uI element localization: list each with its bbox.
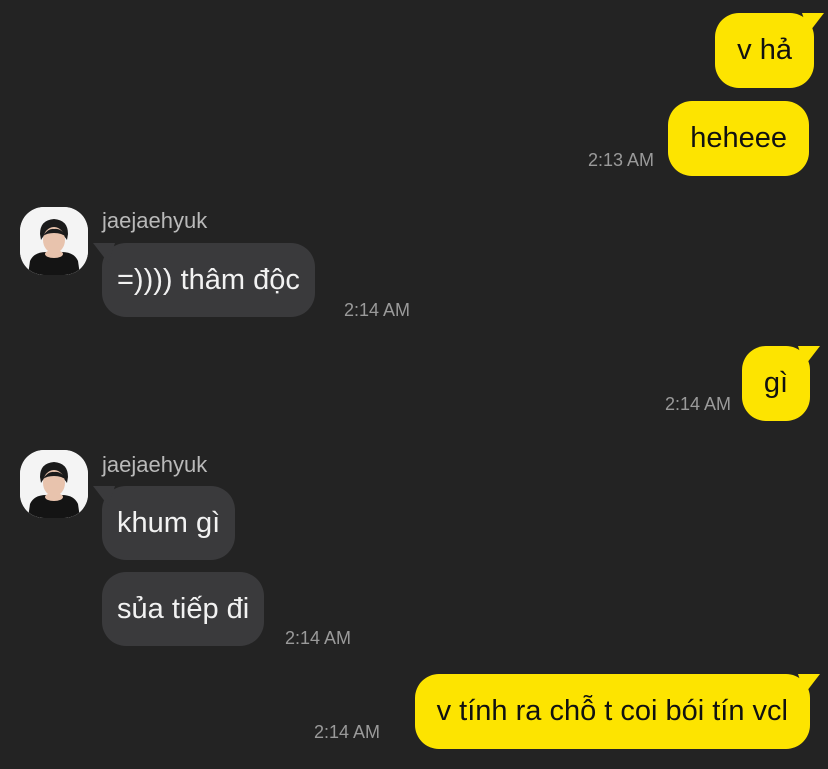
outgoing-message-bubble[interactable]: v hả <box>715 13 814 88</box>
sender-name: jaejaehyuk <box>102 452 208 477</box>
message-text: sủa tiếp đi <box>117 593 250 625</box>
user-avatar-icon[interactable] <box>20 450 88 518</box>
sender-name: jaejaehyuk <box>102 208 208 233</box>
outgoing-message-bubble[interactable]: heheee <box>668 101 809 176</box>
user-avatar-icon[interactable] <box>20 207 88 275</box>
message-text: v tính ra chỗ t coi bói tín vcl <box>436 695 788 727</box>
message-text: heheee <box>690 122 787 154</box>
outgoing-message-bubble[interactable]: v tính ra chỗ t coi bói tín vcl <box>414 674 810 749</box>
message-text: khum gì <box>117 507 221 539</box>
message-timestamp: 2:13 AM <box>587 150 654 170</box>
outgoing-message-bubble[interactable]: gì <box>741 346 810 421</box>
message-text: v hả <box>737 34 792 66</box>
incoming-message-bubble[interactable]: =)))) thâm độc <box>102 243 315 317</box>
incoming-message-bubble[interactable]: khum gì <box>102 486 236 560</box>
message-timestamp: 2:14 AM <box>344 300 411 320</box>
message-timestamp: 2:14 AM <box>285 628 352 648</box>
message-timestamp: 2:14 AM <box>664 394 731 414</box>
message-text: gì <box>763 367 788 399</box>
message-text: =)))) thâm độc <box>117 264 300 296</box>
message-timestamp: 2:14 AM <box>313 722 380 742</box>
incoming-message-bubble[interactable]: sủa tiếp đi <box>102 572 265 646</box>
